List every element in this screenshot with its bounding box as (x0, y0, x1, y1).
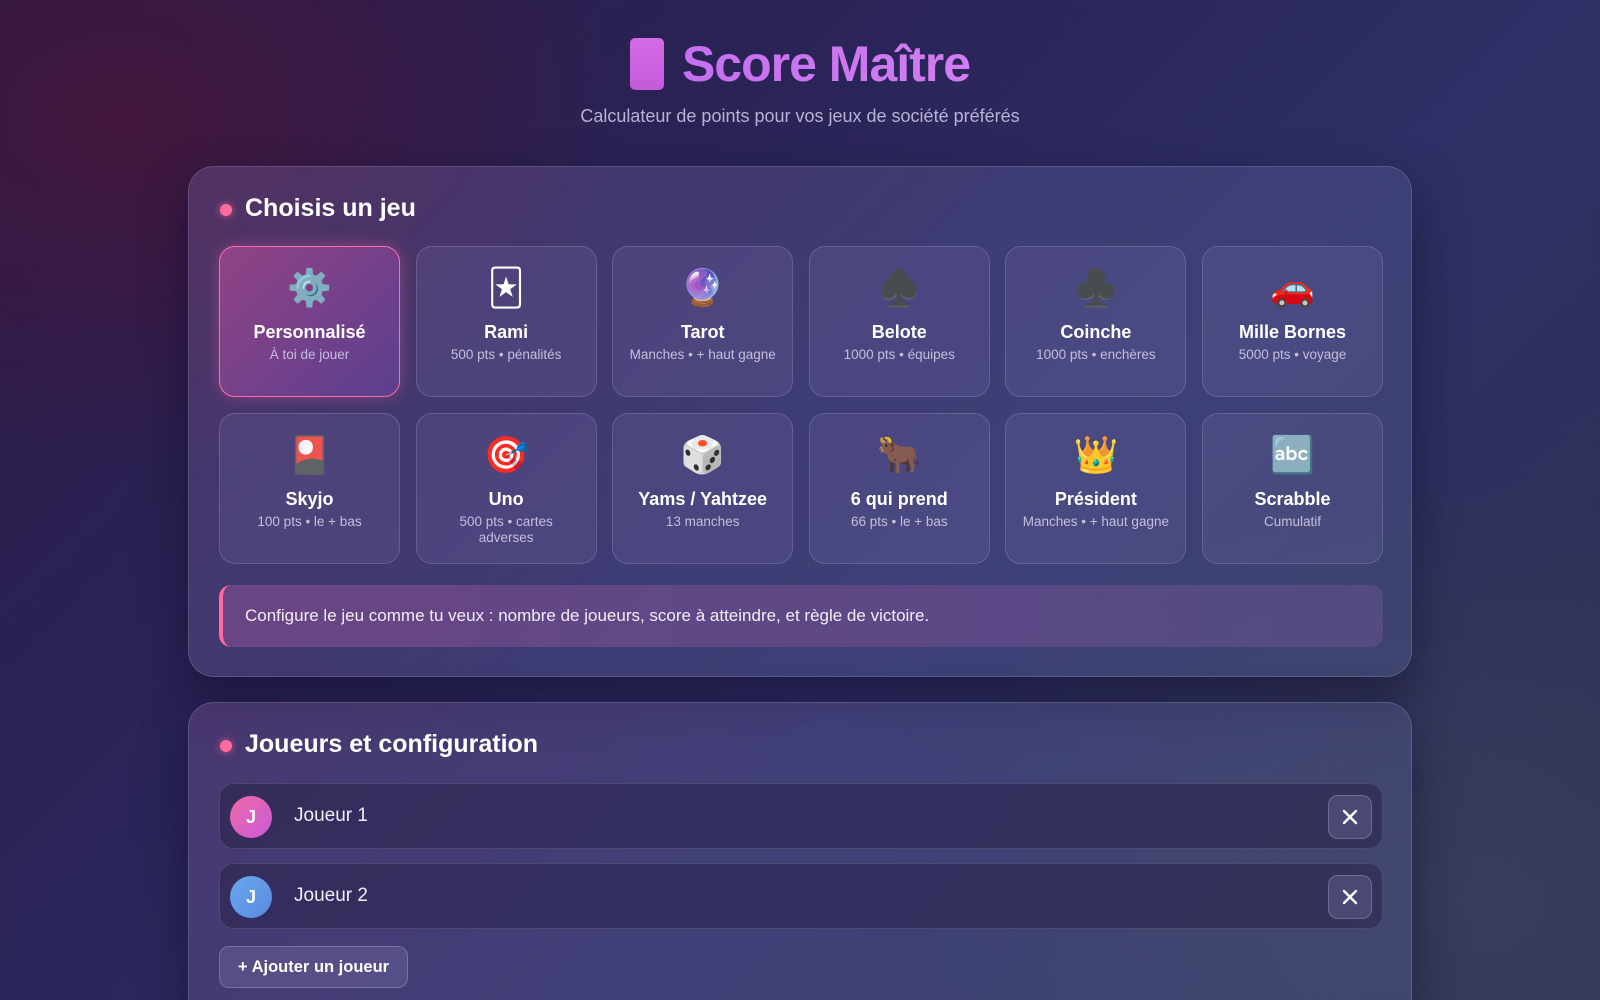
gear-icon: ⚙️ (287, 268, 332, 309)
player-row: J (219, 783, 1383, 849)
spade-icon: ♠️ (876, 268, 922, 309)
game-name: Uno (488, 489, 524, 509)
section-title-players: Joueurs et configuration (245, 730, 539, 758)
car-icon: 🚗 (1270, 268, 1315, 309)
game-name: Rami (484, 322, 529, 342)
game-description: 1000 pts • enchères (1036, 347, 1156, 362)
game-description: 5000 pts • voyage (1238, 347, 1347, 362)
game-description: À toi de jouer (269, 347, 350, 362)
game-tile-rami[interactable]: 🃏 Rami 500 pts • pénalités (415, 246, 597, 397)
game-tile-yams-yahtzee[interactable]: 🎲 Yams / Yahtzee 13 manches (612, 413, 794, 564)
game-tile-coinche[interactable]: ♣️ Coinche 1000 pts • enchères (1005, 246, 1187, 397)
game-name: Skyjo (285, 489, 334, 509)
section-dot-icon (220, 740, 232, 752)
crystal-ball-icon: 🔮 (680, 268, 726, 309)
games-grid: ⚙️ Personnalisé À toi de jouer 🃏 Rami 500 pts… (219, 246, 1383, 564)
game-description: 66 pts • le + bas (850, 514, 948, 529)
game-name: Mille Bornes (1238, 322, 1346, 342)
game-tile-scrabble[interactable]: 🔤 Scrabble Cumulatif (1201, 413, 1383, 564)
ox-icon: 🐂 (876, 435, 922, 476)
player-name-input[interactable] (294, 805, 1194, 827)
game-description: 500 pts • cartes adverses (459, 514, 553, 545)
game-name: Belote (871, 322, 927, 342)
game-name: Coinche (1060, 322, 1132, 342)
section-title-games: Choisis un jeu (245, 194, 416, 222)
app-title: Score Maître (681, 36, 971, 92)
close-icon (1342, 889, 1358, 905)
game-info-box: Configure le jeu comme tu veux : nombre … (219, 585, 1383, 647)
avatar: J (230, 796, 272, 838)
logo-card-icon (629, 38, 664, 90)
players-card: Joueurs et configuration J J + Ajouter u… (188, 702, 1412, 1000)
club-icon: ♣️ (1073, 268, 1119, 309)
target-icon: 🎯 (483, 435, 529, 476)
game-tile-skyjo[interactable]: 🎴 Skyjo 100 pts • le + bas (219, 413, 400, 564)
avatar: J (230, 876, 272, 918)
remove-player-button[interactable] (1328, 875, 1372, 919)
game-description: 500 pts • pénalités (450, 347, 562, 362)
player-name-input[interactable] (294, 885, 1194, 907)
close-icon (1342, 809, 1358, 825)
add-player-button[interactable]: + Ajouter un joueur (219, 946, 409, 988)
game-name: Scrabble (1254, 489, 1331, 509)
game-description: Manches • + haut gagne (1022, 514, 1169, 529)
game-description: Cumulatif (1263, 514, 1321, 529)
game-tile-belote[interactable]: ♠️ Belote 1000 pts • équipes (808, 246, 990, 397)
game-tile-uno[interactable]: 🎯 Uno 500 pts • cartes adverses (415, 413, 597, 564)
game-tile-personnalisé[interactable]: ⚙️ Personnalisé À toi de jouer (219, 246, 400, 397)
game-selection-card: Choisis un jeu ⚙️ Personnalisé À toi de jo… (188, 166, 1412, 677)
game-tile-6-qui-prend[interactable]: 🐂 6 qui prend 66 pts • le + bas (808, 413, 990, 564)
game-description: 1000 pts • équipes (843, 347, 955, 362)
game-tile-président[interactable]: 👑 Président Manches • + haut gagne (1005, 413, 1187, 564)
remove-player-button[interactable] (1328, 795, 1372, 839)
flower-card-icon: 🎴 (287, 435, 332, 476)
game-tile-mille-bornes[interactable]: 🚗 Mille Bornes 5000 pts • voyage (1201, 246, 1383, 397)
game-name: Yams / Yahtzee (638, 489, 768, 509)
joker-card-icon: 🃏 (487, 268, 525, 309)
game-name: Personnalisé (253, 322, 366, 342)
dice-icon: 🎲 (680, 435, 726, 476)
abc-letters-icon: 🔤 (1270, 435, 1315, 476)
title-row: Score Maître (0, 34, 1600, 94)
app-subtitle: Calculateur de points pour vos jeux de s… (580, 106, 1020, 126)
game-description: 100 pts • le + bas (257, 514, 362, 529)
game-name: Président (1054, 489, 1137, 509)
game-name: 6 qui prend (850, 489, 948, 509)
crown-icon: 👑 (1073, 435, 1119, 476)
game-name: Tarot (680, 322, 725, 342)
player-row: J (219, 863, 1383, 929)
game-description: 13 manches (665, 514, 740, 529)
game-tile-tarot[interactable]: 🔮 Tarot Manches • + haut gagne (612, 246, 794, 397)
game-description: Manches • + haut gagne (629, 347, 776, 362)
section-dot-icon (220, 204, 232, 216)
